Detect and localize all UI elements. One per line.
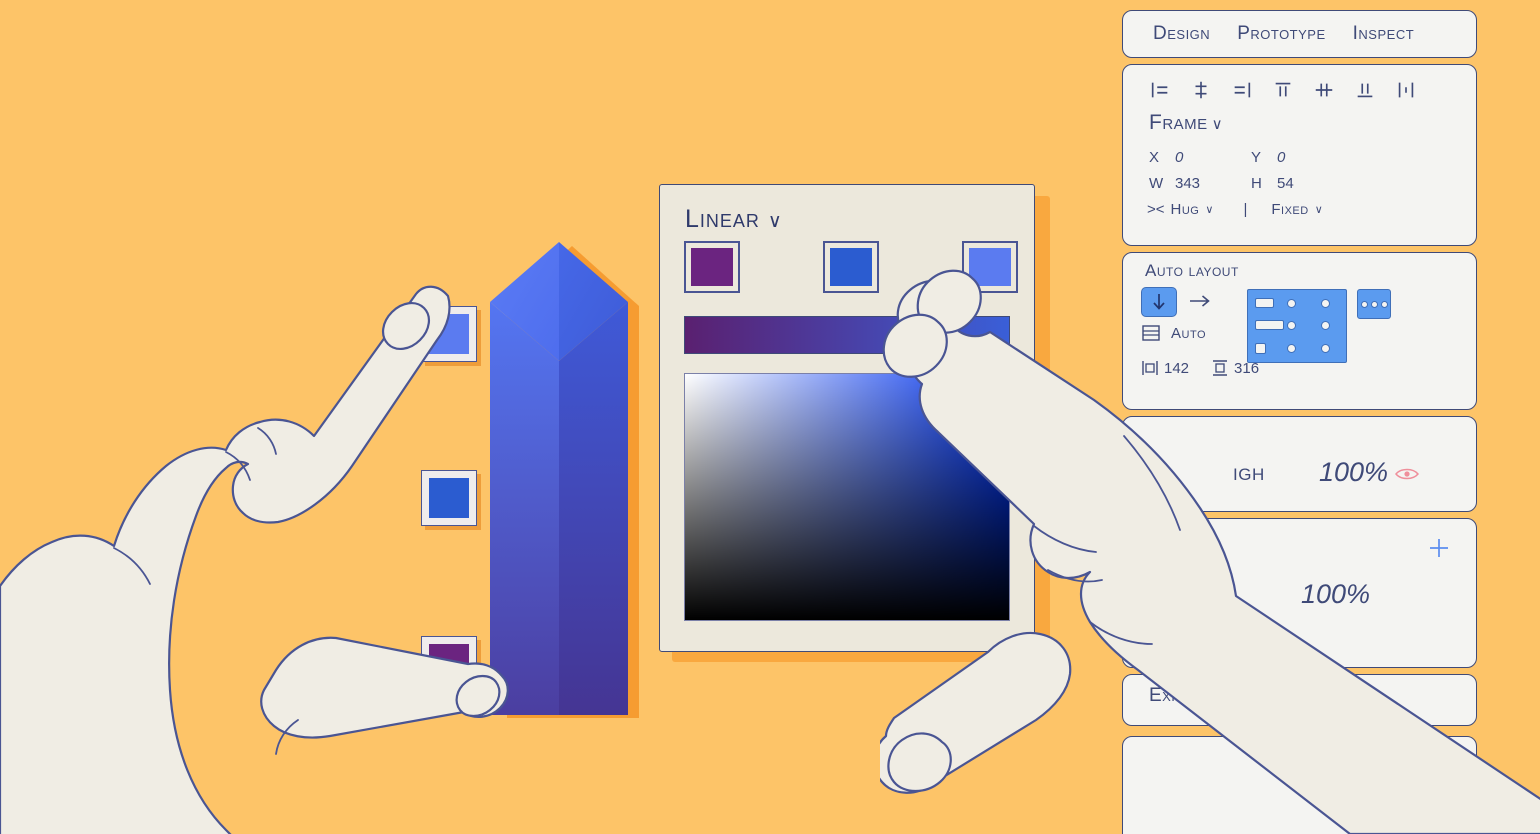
tab-design[interactable]: Design: [1153, 23, 1210, 45]
gradient-stop-2[interactable]: [823, 241, 879, 293]
align-left-icon[interactable]: [1149, 79, 1171, 101]
chevron-down-icon: ∨: [1211, 116, 1224, 133]
align-top-icon[interactable]: [1272, 79, 1294, 101]
position-row: X 0 Y 0: [1149, 149, 1449, 175]
resizing-row: >< Hug ∨ | Fixed ∨: [1147, 201, 1323, 218]
resize-vertical-icon: |: [1243, 201, 1248, 218]
resize-horizontal-icon: ><: [1147, 201, 1165, 218]
vertical-resize-control[interactable]: Fixed ∨: [1271, 201, 1322, 218]
align-vertical-center-icon[interactable]: [1313, 79, 1335, 101]
alignment-toolbar: [1149, 79, 1417, 101]
h-value[interactable]: 54: [1277, 175, 1353, 192]
distribute-icon[interactable]: [1395, 79, 1417, 101]
tab-inspect[interactable]: Inspect: [1353, 23, 1415, 45]
y-label: Y: [1251, 149, 1262, 166]
tab-prototype[interactable]: Prototype: [1237, 23, 1325, 45]
illustration-canvas: Linear ∨ Design Prototype Inspect Frame …: [0, 0, 1540, 834]
gradient-stop-1[interactable]: [684, 241, 740, 293]
w-value[interactable]: 343: [1175, 175, 1251, 192]
y-value[interactable]: 0: [1277, 149, 1353, 166]
chevron-down-icon: ∨: [1314, 204, 1323, 216]
horizontal-resize-control[interactable]: >< Hug ∨: [1147, 201, 1213, 218]
x-label: X: [1149, 149, 1160, 166]
sidebar-tabs-panel: Design Prototype Inspect: [1122, 10, 1477, 58]
align-bottom-icon[interactable]: [1354, 79, 1376, 101]
frame-type-label: Frame: [1149, 111, 1208, 134]
x-value[interactable]: 0: [1175, 149, 1251, 166]
chevron-down-icon: ∨: [767, 211, 783, 232]
size-row: W 343 H 54: [1149, 175, 1449, 201]
frame-properties-grid: X 0 Y 0 W 343 H 54: [1149, 149, 1449, 201]
frame-properties-panel: Frame ∨ X 0 Y 0 W 343 H 54 >< Hug ∨ | Fi…: [1122, 64, 1477, 246]
w-label: W: [1149, 175, 1164, 192]
left-hand-pointing: [0, 285, 509, 834]
chevron-down-icon: ∨: [1205, 204, 1214, 216]
frame-type-dropdown[interactable]: Frame ∨: [1149, 111, 1223, 135]
align-right-icon[interactable]: [1231, 79, 1253, 101]
gradient-stop-1-fill: [691, 248, 733, 286]
gradient-type-label: Linear: [685, 205, 760, 233]
vertical-resize-value: Fixed: [1271, 201, 1309, 218]
h-label: H: [1251, 175, 1263, 192]
align-horizontal-center-icon[interactable]: [1190, 79, 1212, 101]
gradient-type-dropdown[interactable]: Linear ∨: [685, 205, 783, 234]
right-hand-pointing: [880, 269, 1540, 834]
gradient-stop-2-fill: [830, 248, 872, 286]
horizontal-resize-value: Hug: [1170, 201, 1200, 218]
